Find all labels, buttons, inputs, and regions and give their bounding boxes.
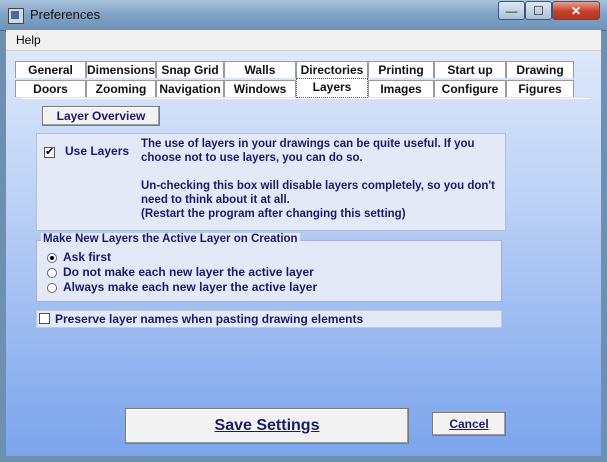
layer-overview-button[interactable]: Layer Overview — [42, 106, 160, 126]
maximize-button[interactable]: ☐ — [525, 1, 552, 20]
tab-images[interactable]: Images — [368, 80, 434, 97]
use-layers-label: Use Layers — [65, 144, 130, 158]
save-settings-button[interactable]: Save Settings — [125, 408, 409, 444]
radio-always-make-active[interactable] — [47, 283, 57, 293]
layers-description-line: (Restart the program after changing this… — [141, 208, 406, 220]
preferences-client: General Dimensions Snap Grid Walls Direc… — [6, 51, 601, 456]
layers-description-line: choose not to use layers, you can do so. — [141, 152, 363, 164]
use-layers-group: ✔ Use Layers The use of layers in your d… — [36, 133, 506, 231]
tab-walls[interactable]: Walls — [224, 61, 296, 78]
tab-zooming[interactable]: Zooming — [86, 80, 156, 97]
layers-description-line: Un-checking this box will disable layers… — [141, 180, 495, 192]
preserve-names-label: Preserve layer names when pasting drawin… — [55, 312, 364, 326]
tab-configure[interactable]: Configure — [434, 80, 506, 97]
tab-general[interactable]: General — [15, 61, 86, 78]
tab-layers[interactable]: Layers — [296, 78, 368, 98]
tab-dimensions[interactable]: Dimensions — [86, 61, 156, 78]
tab-windows[interactable]: Windows — [224, 80, 296, 97]
tab-printing[interactable]: Printing — [368, 61, 434, 78]
minimize-button[interactable]: — — [498, 1, 525, 20]
radio-label: Ask first — [63, 250, 112, 264]
use-layers-checkbox[interactable]: ✔ — [44, 147, 55, 158]
radio-ask-first[interactable] — [47, 253, 57, 263]
close-button[interactable]: ✕ — [552, 1, 600, 20]
tab-snap-grid[interactable]: Snap Grid — [156, 61, 224, 78]
tab-start-up[interactable]: Start up — [434, 61, 506, 78]
app-icon — [8, 8, 24, 24]
radio-do-not-make-active[interactable] — [47, 268, 57, 278]
active-layer-group-title: Make New Layers the Active Layer on Crea… — [41, 233, 300, 245]
tab-navigation[interactable]: Navigation — [156, 80, 224, 97]
layers-description-line: The use of layers in your drawings can b… — [141, 138, 475, 150]
preserve-names-checkbox[interactable] — [39, 313, 50, 324]
active-layer-group: Make New Layers the Active Layer on Crea… — [36, 233, 502, 302]
title-bar: Preferences — ☐ ✕ — [0, 0, 607, 31]
menu-bar: Help — [6, 30, 601, 51]
radio-label: Always make each new layer the active la… — [63, 280, 318, 294]
layers-description-line: need to think about it at all. — [141, 194, 290, 206]
menu-help[interactable]: Help — [16, 33, 41, 47]
preserve-names-row: Preserve layer names when pasting drawin… — [36, 310, 502, 328]
tab-figures[interactable]: Figures — [506, 80, 574, 97]
tab-drawing[interactable]: Drawing — [506, 61, 574, 78]
tab-doors[interactable]: Doors — [15, 80, 86, 97]
tab-directories[interactable]: Directories — [296, 61, 368, 78]
cancel-button[interactable]: Cancel — [432, 412, 506, 436]
radio-label: Do not make each new layer the active la… — [63, 265, 314, 279]
window-title: Preferences — [30, 7, 101, 22]
